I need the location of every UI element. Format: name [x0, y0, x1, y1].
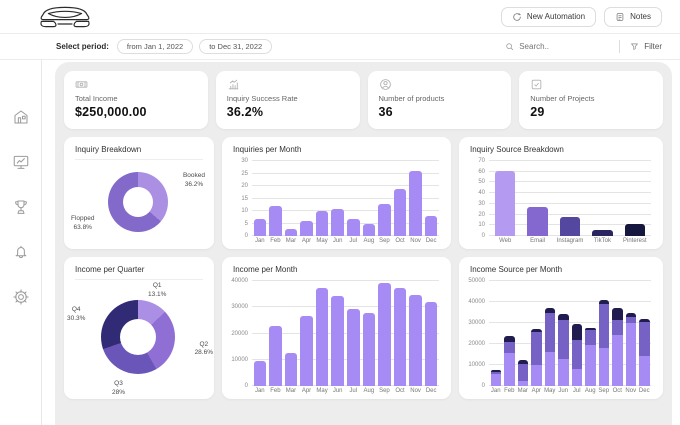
pie-label-booked: Booked 36.2% — [182, 172, 205, 188]
bell-icon — [15, 245, 26, 259]
date-from-pill[interactable]: from Jan 1, 2022 — [116, 39, 194, 54]
sidebar-item-achievements[interactable] — [12, 198, 30, 216]
search-icon — [506, 43, 514, 51]
top-header: New Automation Notes — [0, 0, 680, 34]
chart-title: Inquiries per Month — [233, 145, 302, 154]
income-per-quarter-donut[interactable] — [101, 300, 175, 374]
gear-icon — [12, 289, 29, 305]
stat-value: $250,000.00 — [75, 105, 147, 119]
pie-label-q4: Q4 30.3% — [67, 306, 86, 322]
pie-label-q2: Q2 28.6% — [194, 340, 213, 357]
filter-label: Filter — [644, 42, 662, 51]
user-circle-icon — [379, 78, 392, 91]
notes-button[interactable]: Notes — [604, 6, 662, 27]
stat-label: Number of Projects — [530, 94, 595, 103]
stat-value: 36 — [378, 105, 393, 119]
chart-up-icon — [227, 78, 240, 91]
charts-row-1: Inquiry Breakdown Booked 36.2% Flopped 63.… — [64, 137, 663, 249]
stat-cards-row: Total Income $250,000.00 Inquiry Success… — [64, 71, 663, 129]
automation-icon — [513, 12, 521, 21]
sidebar-item-notifications[interactable] — [12, 243, 30, 261]
stat-value: 29 — [530, 105, 545, 119]
new-automation-label: New Automation — [526, 12, 586, 21]
dashboard-panel: Total Income $250,000.00 Inquiry Success… — [55, 62, 672, 425]
charts-row-2: Income per Quarter Q1 13.1% Q2 28.6% Q3 28%… — [64, 257, 663, 399]
inquiry-breakdown-card: Inquiry Breakdown Booked 36.2% Flopped 63.… — [64, 137, 214, 249]
inquiries-per-month-card: Inquiries per Month 0 5 10 15 20 25 30 Jan Feb Ma… — [222, 137, 451, 249]
new-automation-button[interactable]: New Automation — [500, 6, 597, 27]
filter-button[interactable]: Filter — [630, 42, 662, 51]
inquiry-source-card: Inquiry Source Breakdown 0 10 20 30 40 50 60 70… — [459, 137, 663, 249]
stat-card-success-rate: Inquiry Success Rate 36.2% — [215, 71, 360, 129]
stat-label: Number of products — [378, 94, 445, 103]
car-logo — [34, 3, 96, 31]
chart-title: Inquiry Breakdown — [75, 145, 142, 154]
chart-title: Income per Quarter — [75, 265, 145, 274]
sidebar-nav — [0, 60, 42, 425]
chart-title: Inquiry Source Breakdown — [470, 145, 564, 154]
sidebar-item-settings[interactable] — [12, 288, 30, 306]
pie-label-q3: Q3 28% — [112, 380, 126, 397]
select-period-label: Select period: — [56, 42, 109, 51]
divider — [619, 40, 621, 53]
stat-label: Total Income — [75, 94, 118, 103]
income-source-per-month-chart[interactable]: 0 10000 20000 30000 40000 50000 Jan Feb Mar Apr Ma… — [468, 278, 651, 394]
search-box[interactable] — [505, 42, 610, 51]
notes-icon — [616, 12, 624, 21]
income-per-month-card: Income per Month 0 10000 20000 30000 40000 Ja… — [222, 257, 451, 399]
stat-card-products: Number of products 36 — [367, 71, 512, 129]
search-input[interactable] — [519, 42, 610, 51]
trophy-icon — [14, 200, 27, 214]
income-source-per-month-card: Income Source per Month 0 10000 20000 30000… — [459, 257, 663, 399]
chart-title: Income Source per Month — [470, 265, 563, 274]
analytics-monitor-icon — [13, 155, 28, 169]
stat-card-projects: Number of Projects 29 — [519, 71, 663, 129]
filter-icon — [631, 43, 639, 50]
inquiries-per-month-chart[interactable]: 0 5 10 15 20 25 30 Jan Feb Mar Apr May Jun Jul Aug Sep O… — [241, 158, 439, 244]
inquiry-breakdown-donut-area: Booked 36.2% Flopped 63.8% — [64, 160, 214, 249]
stat-value: 36.2% — [226, 105, 264, 119]
stat-label: Inquiry Success Rate — [226, 94, 298, 103]
pie-label-flopped: Flopped 63.8% — [71, 215, 95, 232]
income-per-quarter-card: Income per Quarter Q1 13.1% Q2 28.6% Q3 28%… — [64, 257, 214, 399]
home-icon — [13, 110, 28, 124]
filter-bar: Select period: from Jan 1, 2022 to Dec 3… — [0, 34, 680, 60]
income-per-month-chart[interactable]: 0 10000 20000 30000 40000 Jan Feb Mar Apr May Jun J… — [231, 278, 439, 394]
date-to-pill[interactable]: to Dec 31, 2022 — [199, 39, 273, 54]
banknote-icon — [75, 78, 88, 91]
notes-label: Notes — [630, 12, 651, 21]
check-square-icon — [530, 78, 543, 91]
pie-label-q1: Q1 13.1% — [148, 282, 167, 298]
sidebar-item-analytics[interactable] — [12, 153, 30, 171]
stat-card-total-income: Total Income $250,000.00 — [64, 71, 208, 129]
income-per-quarter-donut-area: Q1 13.1% Q2 28.6% Q3 28% Q4 30.3% — [64, 280, 214, 399]
chart-title: Income per Month — [233, 265, 298, 274]
sidebar-item-home[interactable] — [12, 108, 30, 126]
inquiry-source-chart[interactable]: 0 10 20 30 40 50 60 70 Web Email Instagram TikTok Pi… — [478, 158, 651, 244]
inquiry-breakdown-donut[interactable] — [108, 172, 168, 232]
